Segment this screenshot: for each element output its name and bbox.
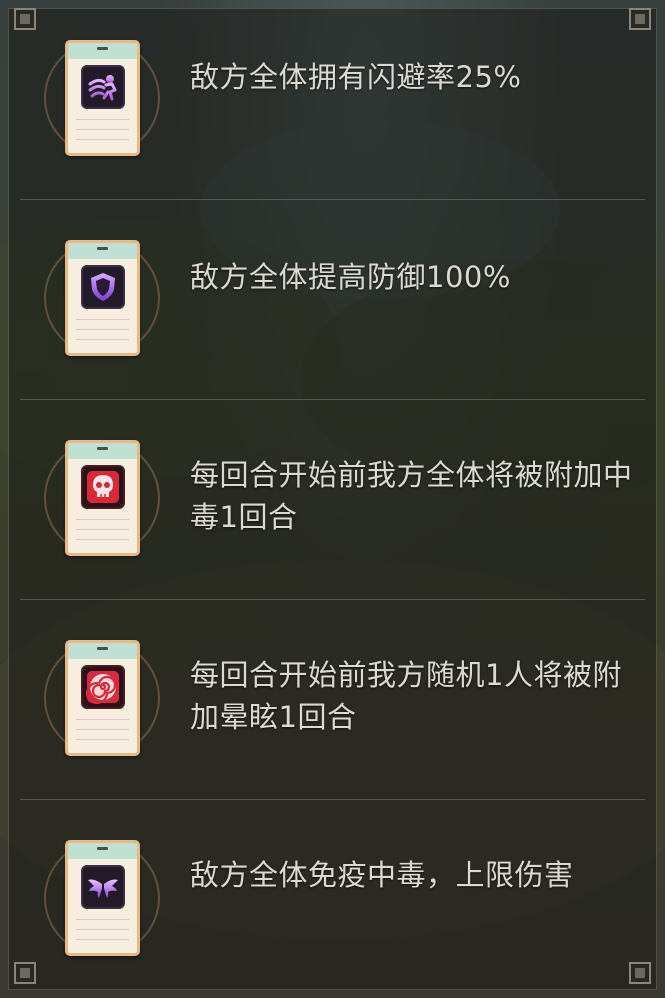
card-header	[68, 843, 137, 859]
card-lines	[76, 719, 129, 749]
effect-text: 每回合开始前我方随机1人将被附加晕眩1回合	[190, 658, 622, 734]
effect-row: 敌方全体免疫中毒，上限伤害	[20, 800, 645, 998]
effect-card	[65, 40, 140, 156]
card-slot	[97, 647, 108, 650]
card-lines	[76, 119, 129, 149]
effect-card	[65, 440, 140, 556]
card-header	[68, 443, 137, 459]
effect-text: 敌方全体提高防御100%	[190, 260, 511, 294]
wings-icon	[81, 865, 125, 909]
effect-row: 敌方全体拥有闪避率25%	[20, 0, 645, 200]
effect-text: 敌方全体免疫中毒，上限伤害	[190, 858, 574, 892]
card-lines	[76, 919, 129, 949]
swirl-icon	[81, 665, 125, 709]
card-header	[68, 43, 137, 59]
card-slot	[97, 447, 108, 450]
card-lines	[76, 319, 129, 349]
effect-text: 敌方全体拥有闪避率25%	[190, 60, 522, 94]
effect-row: 每回合开始前我方随机1人将被附加晕眩1回合	[20, 600, 645, 800]
effect-text: 每回合开始前我方全体将被附加中毒1回合	[190, 458, 633, 534]
card-slot	[97, 47, 108, 50]
effect-row: 每回合开始前我方全体将被附加中毒1回合	[20, 400, 645, 600]
card-slot	[97, 847, 108, 850]
shield-icon	[81, 265, 125, 309]
card-header	[68, 243, 137, 259]
effect-row: 敌方全体提高防御100%	[20, 200, 645, 400]
effect-card	[65, 240, 140, 356]
card-slot	[97, 247, 108, 250]
effect-card	[65, 640, 140, 756]
effect-card	[65, 840, 140, 956]
dodge-icon	[81, 65, 125, 109]
card-header	[68, 643, 137, 659]
card-lines	[76, 519, 129, 549]
skull-icon	[81, 465, 125, 509]
